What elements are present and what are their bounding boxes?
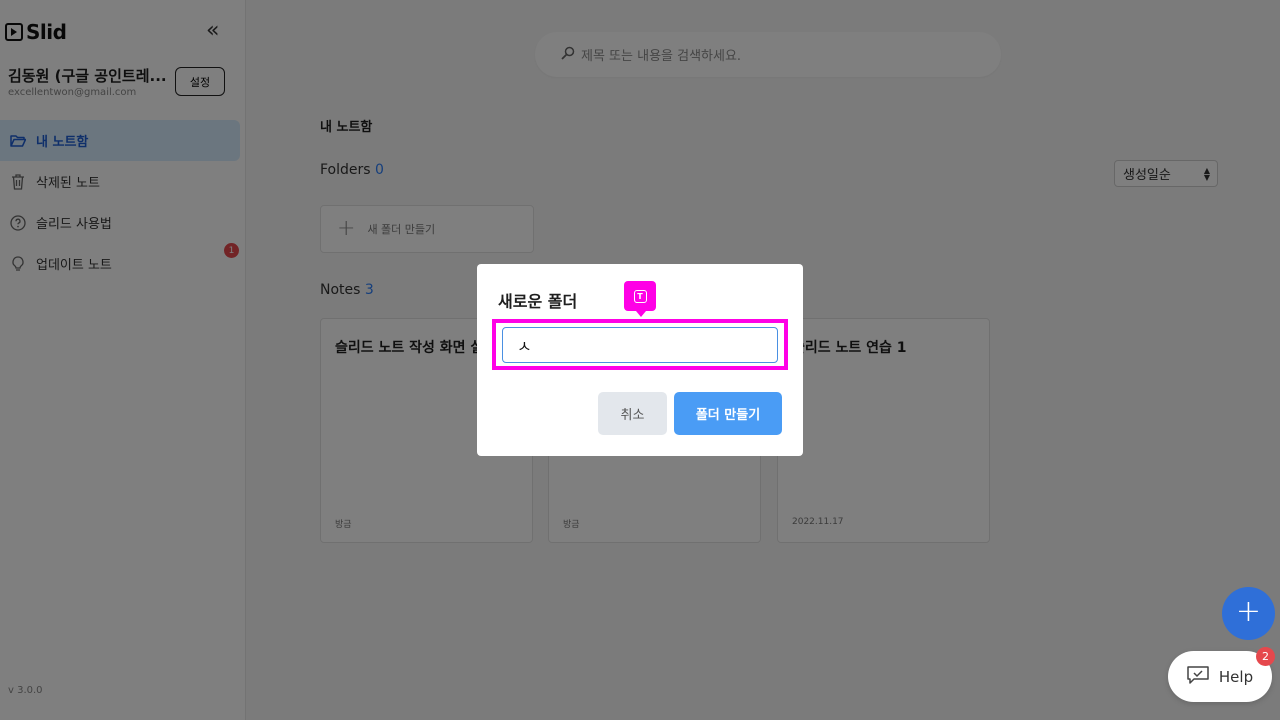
text-input-marker: T	[624, 281, 656, 317]
cancel-button[interactable]: 취소	[598, 392, 667, 435]
dialog-title: 새로운 폴더	[498, 292, 578, 311]
add-note-button[interactable]: +	[1222, 587, 1275, 640]
help-badge: 2	[1256, 647, 1275, 666]
new-folder-dialog: 새로운 폴더 T 취소 폴더 만들기	[477, 264, 803, 456]
plus-icon: +	[1235, 594, 1262, 629]
text-type-icon: T	[633, 289, 647, 303]
input-highlight	[492, 319, 788, 370]
help-label: Help	[1218, 667, 1254, 686]
chat-check-icon	[1187, 665, 1209, 688]
create-folder-button[interactable]: 폴더 만들기	[674, 392, 782, 435]
folder-name-input[interactable]	[502, 327, 778, 363]
